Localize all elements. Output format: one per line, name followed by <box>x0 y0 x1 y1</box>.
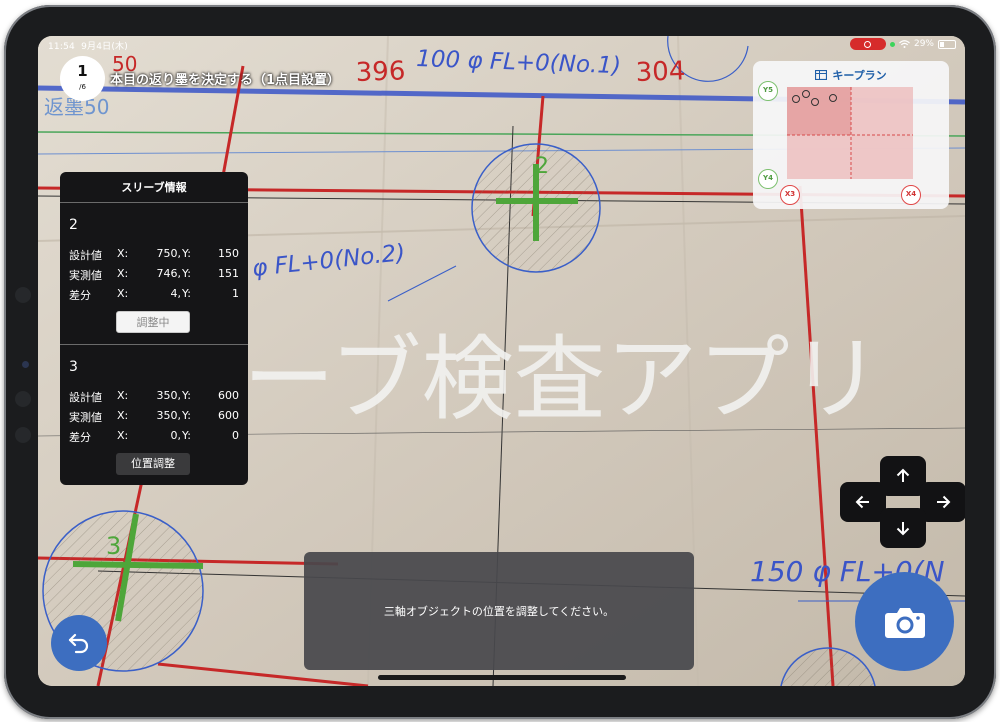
sleeve-row-measured: 実測値 X: 350, Y: 600 <box>69 409 239 424</box>
hardware-button <box>15 391 31 407</box>
sleeve-row-diff: 差分 X: 4, Y: 1 <box>69 287 239 302</box>
guidance-message: 三軸オブジェクトの位置を調整してください。 <box>304 552 694 670</box>
keyplan-panel[interactable]: キープラン Y5 Y4 X3 X4 <box>753 61 949 209</box>
watermark-text: ーブ検査アプリ <box>243 326 881 433</box>
back-button[interactable] <box>51 615 107 671</box>
instruction-title: 本目の返り墨を決定する（1点目設置） <box>110 73 341 88</box>
sleeve-info-panel: スリーブ情報 2 設計値 X: 750, Y: 150 実測値 X: 746, … <box>60 172 248 485</box>
sleeve-number-3: 3 <box>106 532 121 560</box>
step-total: /6 <box>79 83 86 91</box>
hardware-button <box>15 287 31 303</box>
camera-capture-button[interactable] <box>855 572 954 671</box>
camera-in-use-dot <box>889 41 895 47</box>
step-current: 1 <box>77 62 88 80</box>
sleeve-section-2: 2 設計値 X: 750, Y: 150 実測値 X: 746, Y: 151 … <box>60 203 248 344</box>
arrow-down-icon <box>896 522 910 536</box>
wifi-icon <box>899 40 910 48</box>
axis-label-y5: Y5 <box>758 81 778 101</box>
status-bar: 11:54 9月4日(木) 29% <box>38 36 965 52</box>
move-down-button[interactable] <box>880 508 926 548</box>
axis-label-x3: X3 <box>780 185 800 205</box>
direction-pad <box>840 456 965 548</box>
guidance-message-text: 三軸オブジェクトの位置を調整してください。 <box>383 605 615 618</box>
sleeve-row-design: 設計値 X: 350, Y: 600 <box>69 389 239 404</box>
adjusting-button[interactable]: 調整中 <box>116 311 190 333</box>
position-adjust-button[interactable]: 位置調整 <box>116 453 190 475</box>
axis-label-y4: Y4 <box>758 169 778 189</box>
axis-label-x4: X4 <box>901 185 921 205</box>
battery-percent: 29% <box>913 39 934 49</box>
dimension-396: 396 <box>355 56 406 88</box>
front-camera <box>22 361 29 368</box>
dimension-304: 304 <box>635 56 686 88</box>
status-datetime: 11:54 9月4日(木) <box>48 42 128 52</box>
arrow-up-icon <box>896 468 910 482</box>
camera-icon <box>884 607 925 638</box>
sleeve-id: 3 <box>69 359 78 375</box>
sleeve-panel-title: スリーブ情報 <box>60 172 248 203</box>
battery-icon <box>938 39 956 49</box>
move-right-button[interactable] <box>920 482 965 522</box>
sleeve-row-measured: 実測値 X: 746, Y: 151 <box>69 267 239 282</box>
sleeve-row-diff: 差分 X: 0, Y: 0 <box>69 429 239 444</box>
undo-arrow-icon <box>68 633 89 654</box>
step-indicator: 1 /6 <box>60 56 105 101</box>
arrow-left-icon <box>855 495 869 509</box>
sleeve-id: 2 <box>69 217 78 233</box>
arrow-right-icon <box>937 495 951 509</box>
sleeve-number-2: 2 <box>535 154 549 179</box>
hardware-button <box>15 427 31 443</box>
screen-record-indicator <box>849 38 886 50</box>
ar-camera-view[interactable]: 2 3 396 304 100 φ FL+0(No.1) φ FL+0(No.2… <box>38 36 965 686</box>
sleeve-section-3: 3 設計値 X: 350, Y: 600 実測値 X: 350, Y: 600 … <box>60 344 248 485</box>
sleeve-row-design: 設計値 X: 750, Y: 150 <box>69 247 239 262</box>
home-indicator <box>378 675 626 680</box>
